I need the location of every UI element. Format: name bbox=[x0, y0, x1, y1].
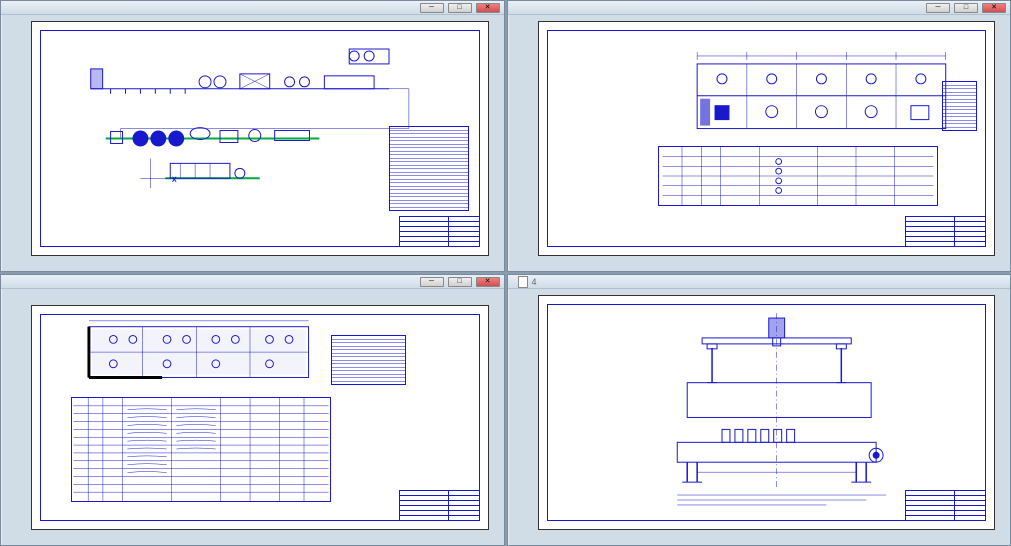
schedule-table bbox=[658, 146, 938, 206]
drawing-panel-2[interactable]: ─ □ ✕ bbox=[507, 0, 1011, 272]
title-block bbox=[399, 490, 479, 520]
drawing-canvas[interactable]: X bbox=[31, 21, 489, 256]
drawing-frame bbox=[40, 314, 480, 521]
floor-plan-svg bbox=[548, 31, 986, 246]
schedule-table-large bbox=[71, 397, 331, 502]
panel-label: 4 bbox=[512, 276, 537, 288]
minimize-button[interactable]: ─ bbox=[420, 3, 444, 13]
legend-right bbox=[331, 335, 406, 385]
title-block bbox=[905, 490, 985, 520]
document-icon bbox=[518, 276, 528, 288]
drawing-canvas[interactable] bbox=[31, 305, 489, 530]
drawing-frame bbox=[547, 304, 987, 521]
panel-titlebar: 4 bbox=[508, 275, 1011, 289]
minimize-button[interactable]: ─ bbox=[926, 3, 950, 13]
drawing-panel-3[interactable]: ─ □ ✕ bbox=[0, 274, 505, 546]
panel-number: 4 bbox=[532, 277, 537, 287]
maximize-button[interactable]: □ bbox=[954, 3, 978, 13]
drawing-frame bbox=[547, 30, 987, 247]
maximize-button[interactable]: □ bbox=[448, 3, 472, 13]
panel-titlebar: ─ □ ✕ bbox=[508, 1, 1011, 15]
cad-workspace: ─ □ ✕ bbox=[0, 0, 1011, 546]
close-button[interactable]: ✕ bbox=[476, 277, 500, 287]
maximize-button[interactable]: □ bbox=[448, 277, 472, 287]
title-block bbox=[905, 216, 985, 246]
equipment-svg bbox=[548, 305, 986, 520]
minimize-button[interactable]: ─ bbox=[420, 277, 444, 287]
drawing-frame: X bbox=[40, 30, 480, 247]
drawing-canvas[interactable] bbox=[538, 21, 996, 256]
panel-titlebar: ─ □ ✕ bbox=[1, 1, 504, 15]
drawing-panel-1[interactable]: ─ □ ✕ bbox=[0, 0, 505, 272]
drawing-panel-4[interactable]: 4 bbox=[507, 274, 1011, 546]
legend-table bbox=[389, 126, 469, 211]
close-button[interactable]: ✕ bbox=[982, 3, 1006, 13]
legend-small bbox=[942, 81, 977, 131]
panel-titlebar: ─ □ ✕ bbox=[1, 275, 504, 289]
close-button[interactable]: ✕ bbox=[476, 3, 500, 13]
title-block bbox=[399, 216, 479, 246]
svg-text:X: X bbox=[172, 177, 176, 183]
drawing-canvas[interactable] bbox=[538, 295, 996, 530]
